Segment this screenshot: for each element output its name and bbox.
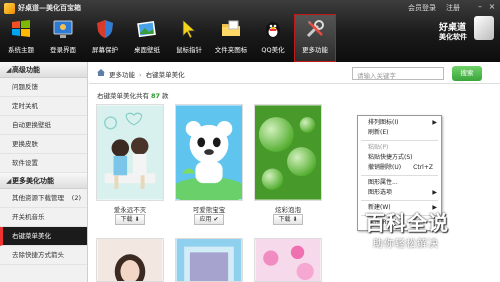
menu-label: 排列图标(I) <box>368 119 399 126</box>
sidebar-item-auto-wallpaper[interactable]: 自动更换壁纸 <box>0 116 87 135</box>
menu-item-paste-shortcut[interactable]: 粘贴快捷方式(S) <box>358 153 441 163</box>
menu-item-graphics-properties[interactable]: 图形属性... <box>358 178 441 188</box>
results-count: 87 <box>151 92 161 100</box>
portrait-illustration <box>97 239 163 281</box>
brand-mark-icon <box>474 16 494 40</box>
couple-illustration <box>97 105 163 200</box>
menu-item-paste: 粘贴(P) <box>368 144 389 151</box>
close-button[interactable]: × <box>487 2 497 12</box>
sidebar: ◢高级功能 问题反馈 定时关机 自动更换壁纸 更换皮肤 软件设置 ◢更多美化功能… <box>0 62 88 282</box>
theme-name: 可爱熊宝宝 <box>192 206 226 214</box>
sidebar-item-change-skin[interactable]: 更换皮肤 <box>0 135 87 154</box>
theme-thumbnail[interactable] <box>96 104 164 201</box>
apply-button[interactable]: 应用 ✔ <box>194 214 224 225</box>
folder-icon <box>222 20 240 36</box>
cursor-icon <box>182 19 197 39</box>
sidebar-item-settings[interactable]: 软件设置 <box>0 154 87 173</box>
theme-thumbnail[interactable] <box>254 238 322 282</box>
brand-tagline: 美化软件 <box>439 33 467 41</box>
login-screen-icon <box>53 20 73 38</box>
bubbles-illustration <box>255 105 321 200</box>
title-bar: 好桌道—美化百宝箱 会员登录 注册 – × 系统主题 登录界面 屏幕保护 桌面壁… <box>0 0 500 62</box>
toolbar-wallpaper[interactable]: 桌面壁纸 <box>126 14 168 62</box>
sidebar-item-boot-music[interactable]: 开关机音乐 <box>0 208 87 227</box>
home-icon[interactable] <box>97 69 105 76</box>
toolbar-cursor[interactable]: 鼠标指针 <box>168 14 210 62</box>
breadcrumb-current: 右键菜单美化 <box>145 71 185 79</box>
submenu-arrow-icon: ▶ <box>432 189 437 196</box>
sidebar-item-context-menu[interactable]: 右键菜单美化 <box>0 227 87 246</box>
watermark-subtitle: 助你轻松解决 <box>373 239 439 250</box>
member-login-link[interactable]: 会员登录 <box>408 3 436 13</box>
toolbar-more-functions[interactable]: 更多功能 <box>294 14 336 62</box>
toolbar-login-screen[interactable]: 登录界面 <box>42 14 84 62</box>
menu-separator <box>361 200 438 201</box>
theme-thumbnail[interactable] <box>175 104 243 201</box>
theme-thumbnail[interactable] <box>254 104 322 201</box>
toolbar-label: 系统主题 <box>8 46 34 54</box>
tools-icon <box>306 20 324 38</box>
summary-text: 右键菜单美化共有 <box>97 92 149 100</box>
theme-thumbnail[interactable] <box>175 238 243 282</box>
download-button[interactable]: 下载 ⬇ <box>115 214 145 225</box>
search-button[interactable]: 搜索 <box>452 66 482 81</box>
submenu-arrow-icon: ▶ <box>432 119 437 126</box>
brand-logo: 好桌道 美化软件 <box>439 16 494 56</box>
search-input[interactable]: 请输入关键字 <box>352 67 444 80</box>
shield-icon <box>97 20 113 38</box>
flowers-illustration <box>255 239 321 281</box>
windows-flag-icon <box>12 20 30 37</box>
breadcrumb-bar: 更多功能 › 右键菜单美化 请输入关键字 搜索 <box>89 62 500 84</box>
section-title: 高级功能 <box>12 66 40 74</box>
download-button[interactable]: 下载 ⬇ <box>273 214 303 225</box>
theme-thumbnail[interactable] <box>96 238 164 282</box>
summary-unit: 款 <box>162 92 169 100</box>
frame-illustration <box>176 239 242 281</box>
toolbar-screensaver[interactable]: 屏幕保护 <box>84 14 126 62</box>
sidebar-item-remove-arrow[interactable]: 去除快捷方式箭头 <box>0 246 87 265</box>
menu-item-refresh[interactable]: 刷新(E) <box>358 128 441 138</box>
menu-label: 撤销删除(U) <box>368 164 402 171</box>
results-summary: 右键菜单美化共有 87 款 <box>97 90 169 100</box>
theme-name: 炫彩泡泡 <box>275 206 301 214</box>
wallpaper-icon <box>137 20 156 38</box>
toolbar-label: 桌面壁纸 <box>134 46 160 54</box>
sidebar-section-advanced[interactable]: ◢高级功能 <box>0 62 87 78</box>
toolbar-folder-icon[interactable]: 文件夹图标 <box>210 14 252 62</box>
toolbar-label: 登录界面 <box>50 46 76 54</box>
window-title: 好桌道—美化百宝箱 <box>18 4 81 12</box>
bear-illustration <box>176 105 242 200</box>
sidebar-item-download-manager[interactable]: 其他资源下载管理 (2) <box>0 189 87 208</box>
main-toolbar: 系统主题 登录界面 屏幕保护 桌面壁纸 鼠标指针 文件夹图标 QQ美化 更多功能 <box>0 14 336 62</box>
toolbar-label: 更多功能 <box>302 46 328 54</box>
breadcrumb: 更多功能 › 右键菜单美化 <box>109 69 185 79</box>
section-title: 更多美化功能 <box>12 177 54 185</box>
theme-name: 爱永远不灭 <box>113 206 147 214</box>
register-link[interactable]: 注册 <box>446 3 460 13</box>
minimize-button[interactable]: – <box>475 2 485 12</box>
watermark-title: 百科全说 <box>365 211 449 235</box>
breadcrumb-separator-icon: › <box>139 71 142 79</box>
download-count-badge: (2) <box>71 194 81 202</box>
app-logo-icon <box>4 3 15 14</box>
menu-item-graphics-options[interactable]: 图形选项 ▶ <box>358 188 441 198</box>
toolbar-label: 屏幕保护 <box>92 46 118 54</box>
qq-penguin-icon <box>266 22 280 38</box>
toolbar-system-theme[interactable]: 系统主题 <box>0 14 42 62</box>
breadcrumb-more[interactable]: 更多功能 <box>109 71 135 79</box>
menu-label: 图形选项 <box>368 189 393 196</box>
toolbar-label: QQ美化 <box>261 46 285 54</box>
menu-separator <box>361 175 438 176</box>
sidebar-item-label: 其他资源下载管理 <box>12 194 64 202</box>
toolbar-label: 鼠标指针 <box>176 46 202 54</box>
sidebar-item-timed-shutdown[interactable]: 定时关机 <box>0 97 87 116</box>
toolbar-qq-beautify[interactable]: QQ美化 <box>252 14 294 62</box>
menu-item-undo-delete[interactable]: 撤销删除(U) Ctrl+Z <box>358 163 441 173</box>
toolbar-label: 文件夹图标 <box>214 46 248 54</box>
sidebar-item-feedback[interactable]: 问题反馈 <box>0 78 87 97</box>
menu-item-arrange-icons[interactable]: 排列图标(I) ▶ <box>358 118 441 128</box>
menu-shortcut: Ctrl+Z <box>413 164 433 171</box>
sidebar-section-more[interactable]: ◢更多美化功能 <box>0 173 87 189</box>
menu-separator <box>361 140 438 141</box>
